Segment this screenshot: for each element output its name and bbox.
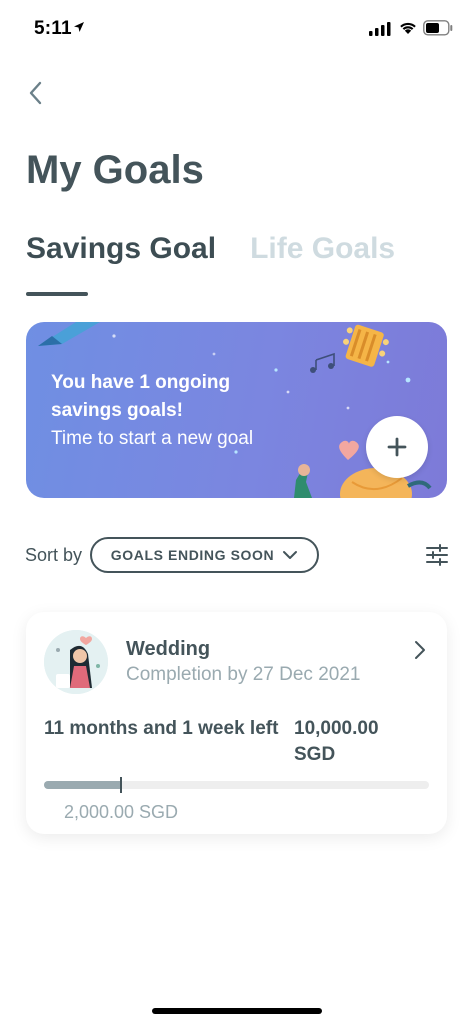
- goal-time-left: 11 months and 1 week left: [44, 718, 279, 739]
- goal-progress-marker: [120, 777, 122, 793]
- chevron-down-icon: [283, 551, 298, 559]
- sort-label: Sort by: [25, 545, 83, 565]
- tab-savings-goal[interactable]: Savings Goal: [26, 232, 216, 266]
- status-bar: 5:11: [0, 0, 473, 56]
- battery-icon: [423, 20, 453, 36]
- goal-tabs: Savings Goal Life Goals: [26, 232, 395, 266]
- wifi-icon: [400, 22, 416, 34]
- status-time: 5:11: [34, 18, 72, 39]
- back-button[interactable]: [20, 78, 50, 108]
- goal-target-amount: 10,000.00 SGD: [294, 718, 379, 765]
- home-indicator: [152, 1008, 322, 1014]
- chevron-left-icon: [29, 81, 42, 105]
- filter-sliders-icon[interactable]: [424, 542, 450, 568]
- banner-headline-line1: You have 1 ongoing: [51, 372, 231, 393]
- sort-dropdown[interactable]: GOALS ENDING SOON: [90, 537, 319, 573]
- goal-progress-fill: [44, 781, 121, 789]
- wedding-illustration: [44, 630, 108, 694]
- goal-saved-amount: 2,000.00 SGD: [63, 802, 179, 822]
- add-goal-button[interactable]: [366, 416, 428, 478]
- goal-name: Wedding: [126, 638, 211, 660]
- location-arrow-icon: [74, 22, 84, 32]
- cellular-signal-icon: [369, 22, 391, 36]
- goal-progress-bar: [44, 777, 429, 793]
- tab-life-goals[interactable]: Life Goals: [250, 232, 395, 266]
- plus-icon: [387, 437, 407, 457]
- page-title: My Goals: [26, 148, 204, 192]
- active-tab-indicator: [26, 292, 88, 296]
- goal-card-wedding[interactable]: Wedding Completion by 27 Dec 2021 11 mon…: [26, 612, 447, 834]
- banner-headline-line2: savings goals!: [51, 400, 183, 421]
- chevron-right-icon: [415, 641, 425, 659]
- goal-avatar: [44, 630, 108, 694]
- goal-completion-date: Completion by 27 Dec 2021: [126, 664, 361, 685]
- banner-subtitle: Time to start a new goal: [51, 428, 254, 449]
- sort-selected-value: GOALS ENDING SOON: [110, 547, 275, 563]
- ongoing-goals-banner: You have 1 ongoing savings goals! Time t…: [26, 322, 447, 498]
